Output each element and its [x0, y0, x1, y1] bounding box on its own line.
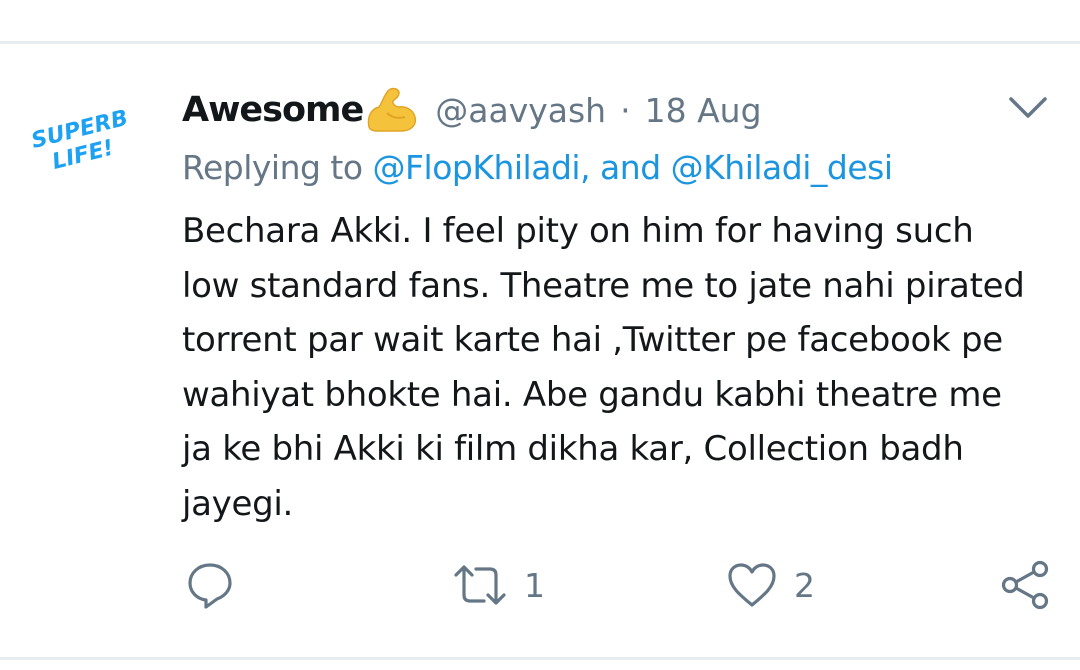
- user-handle[interactable]: @aavyash: [435, 91, 606, 130]
- heart-icon: [726, 561, 778, 609]
- tweet-date[interactable]: 18 Aug: [645, 91, 762, 130]
- replying-to-line: Replying to @FlopKhiladi, and @Khiladi_d…: [182, 148, 893, 187]
- retweet-icon: [452, 561, 508, 609]
- like-count: 2: [794, 565, 815, 605]
- retweet-count: 1: [524, 565, 545, 605]
- display-name[interactable]: Awesome: [182, 90, 364, 130]
- mention-khiladi-desi[interactable]: @Khiladi_desi: [671, 148, 893, 187]
- tweet-header: Awesome @aavyash · 18 Aug: [182, 82, 762, 138]
- like-button[interactable]: 2: [726, 560, 815, 610]
- mention-conjunction[interactable]: and: [590, 148, 671, 187]
- chevron-down-icon[interactable]: [1008, 94, 1048, 122]
- share-icon: [1000, 560, 1050, 610]
- mention-flopkhiladi[interactable]: @FlopKhiladi,: [373, 148, 591, 187]
- replying-to-label: Replying to: [182, 148, 373, 187]
- top-divider: [0, 41, 1080, 44]
- tweet-text: Bechara Akki. I feel pity on him for hav…: [182, 211, 1025, 524]
- avatar[interactable]: SUPERB LIFE!: [22, 96, 150, 176]
- reply-icon: [186, 561, 234, 609]
- bottom-divider: [0, 657, 1080, 660]
- flexed-biceps-icon: [365, 87, 417, 133]
- retweet-button[interactable]: 1: [452, 560, 545, 610]
- separator-dot: ·: [620, 90, 631, 130]
- share-button[interactable]: [1000, 560, 1050, 610]
- reply-button[interactable]: [186, 560, 234, 610]
